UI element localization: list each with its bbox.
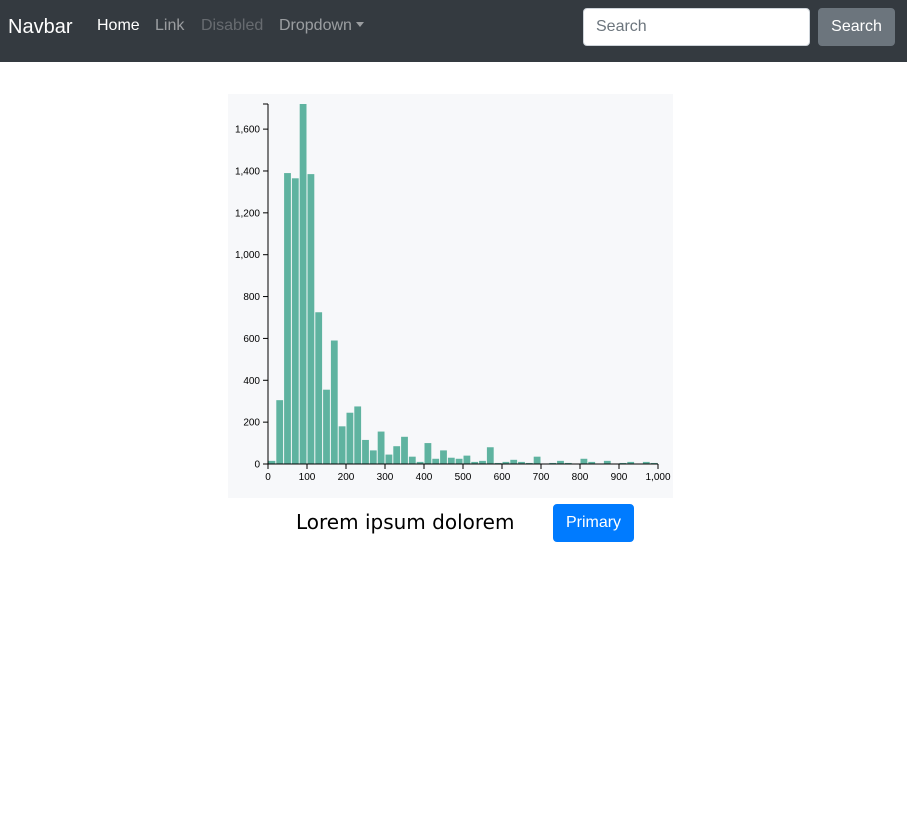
histogram-bar: [284, 173, 291, 464]
y-tick-label: 1,000: [235, 250, 260, 261]
y-tick-label: 600: [243, 334, 260, 345]
y-tick-label: 1,600: [235, 125, 260, 136]
histogram-bar: [393, 446, 401, 464]
histogram-bar: [447, 457, 455, 464]
histogram-bar: [276, 400, 284, 464]
search-button[interactable]: Search: [818, 8, 895, 46]
histogram-bar: [424, 443, 432, 464]
histogram-bar: [369, 450, 377, 464]
histogram-bar: [346, 412, 354, 464]
x-tick-label: 400: [416, 472, 433, 483]
x-tick-label: 100: [299, 472, 316, 483]
histogram-bar: [330, 340, 338, 464]
histogram-bar: [354, 406, 362, 464]
y-tick-label: 400: [243, 376, 260, 387]
histogram-bar: [307, 174, 315, 464]
histogram-bar: [315, 312, 323, 464]
histogram-bar: [440, 450, 447, 464]
nav-link-home[interactable]: Home: [97, 16, 140, 36]
histogram-bar: [401, 436, 408, 464]
navbar: Navbar Home Link Disabled Dropdown Searc…: [0, 0, 907, 62]
histogram-bar: [510, 459, 518, 464]
x-tick-label: 1,000: [645, 472, 670, 483]
x-tick-label: 600: [494, 472, 511, 483]
chart-svg: 0 100 200 300 400 500 600 700 800 900 1,000 0 200 400…: [235, 103, 671, 483]
nav-link-disabled: Disabled: [201, 17, 264, 34]
chevron-down-icon: [355, 22, 364, 27]
histogram-bar: [533, 456, 541, 464]
y-tick-label: 0: [254, 460, 260, 471]
histogram-bar: [432, 458, 440, 464]
x-tick-label: 200: [338, 472, 355, 483]
histogram-bar: [408, 456, 416, 464]
histogram-chart: 0 100 200 300 400 500 600 700 800 900 1,000 0 200 400…: [228, 94, 673, 498]
nav-dropdown[interactable]: Dropdown: [279, 16, 364, 36]
nav-link-link[interactable]: Link: [155, 16, 184, 36]
histogram-bar: [385, 454, 393, 464]
x-tick-label: 700: [533, 472, 550, 483]
caption-text: Lorem ipsum dolorem: [296, 510, 515, 534]
histogram-bar: [323, 389, 330, 464]
navbar-brand[interactable]: Navbar: [8, 15, 72, 39]
x-tick-label: 500: [455, 472, 472, 483]
y-tick-label: 1,200: [235, 208, 260, 219]
histogram-bar: [377, 431, 385, 464]
y-tick-label: 1,400: [235, 166, 260, 177]
x-tick-label: 0: [265, 472, 271, 483]
y-tick-label: 800: [243, 292, 260, 303]
histogram-bar: [463, 455, 471, 464]
histogram-bar: [580, 458, 588, 464]
x-tick-label: 800: [572, 472, 589, 483]
search-input[interactable]: [583, 8, 810, 46]
histogram-bar: [455, 458, 463, 464]
histogram-bar: [338, 426, 346, 464]
x-tick-label: 300: [377, 472, 394, 483]
y-tick-label: 200: [243, 418, 260, 429]
histogram-bar: [291, 178, 299, 465]
histogram-bar: [362, 439, 369, 464]
x-tick-label: 900: [611, 472, 628, 483]
histogram-bar: [486, 447, 494, 464]
histogram-bar: [299, 104, 307, 464]
nav-dropdown-label: Dropdown: [279, 17, 352, 34]
primary-button[interactable]: Primary: [553, 504, 634, 542]
